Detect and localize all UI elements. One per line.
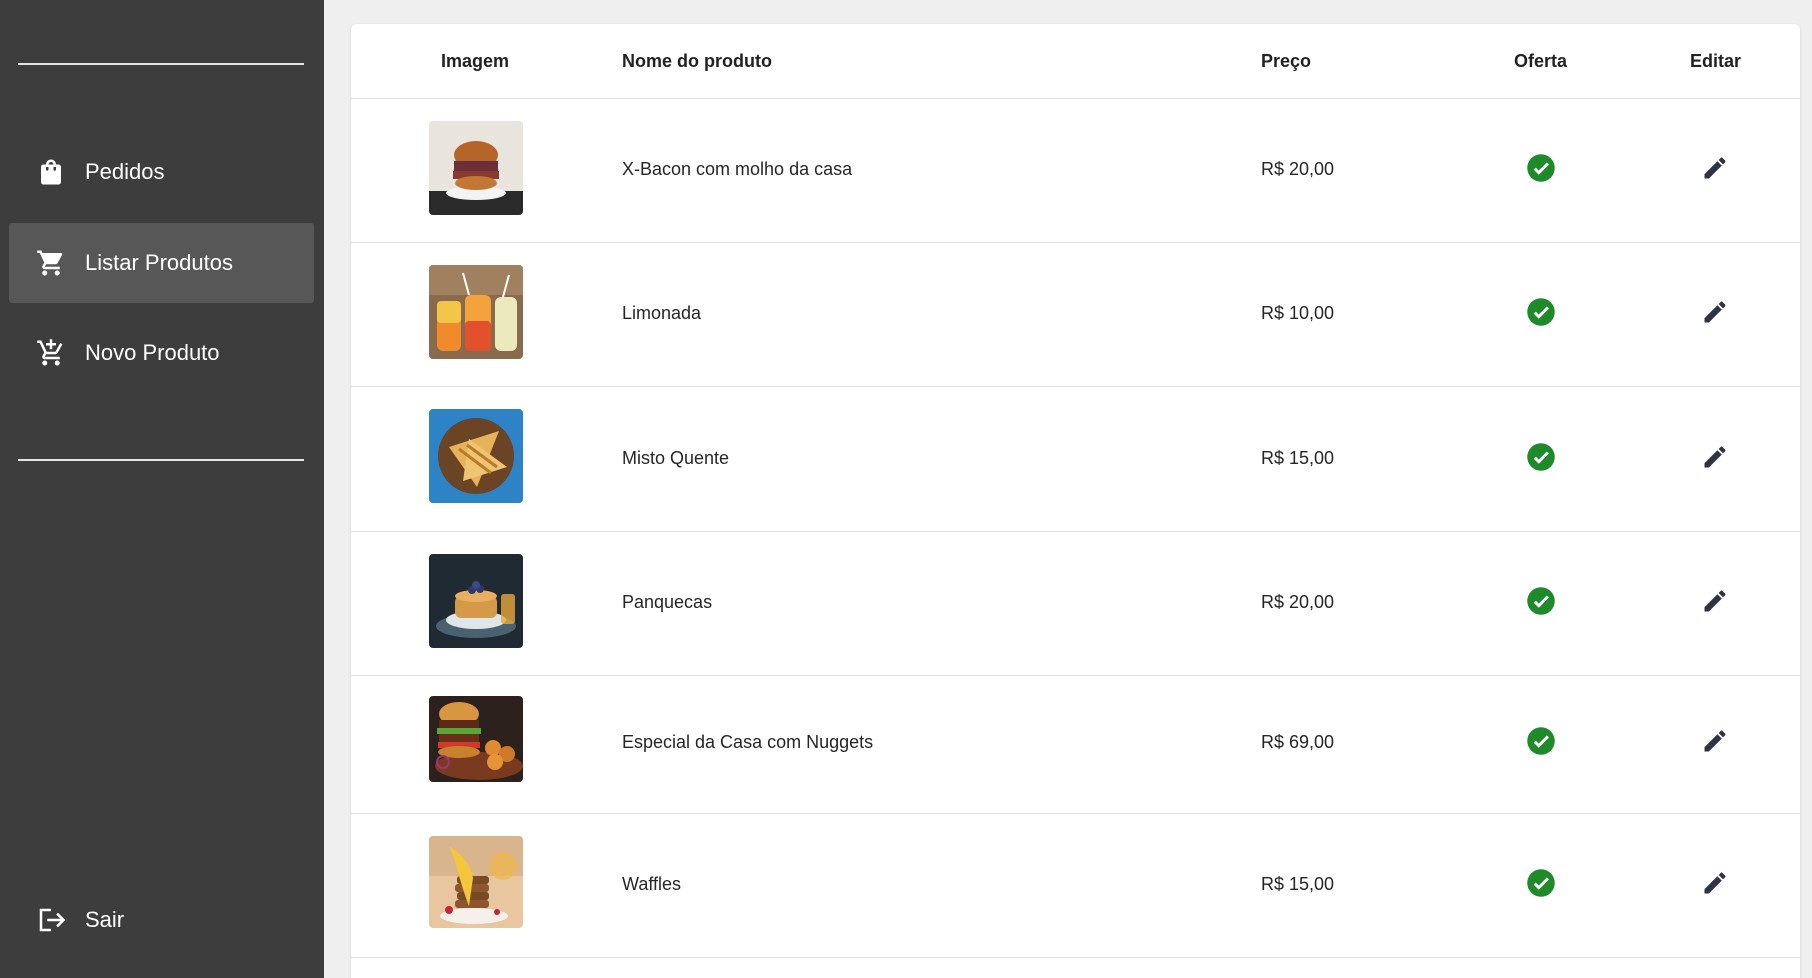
product-image: [429, 409, 523, 503]
table-header: Imagem Nome do produto Preço Oferta Edit…: [351, 24, 1800, 99]
edit-button[interactable]: [1698, 724, 1732, 758]
product-name: Especial da Casa com Nuggets: [622, 732, 874, 752]
edit-button[interactable]: [1698, 151, 1732, 185]
add-shopping-cart-icon: [36, 338, 66, 368]
sidebar-divider-bottom: [18, 459, 304, 461]
table-row: Misto Quente R$ 15,00: [351, 387, 1800, 532]
sidebar-item-pedidos[interactable]: Pedidos: [9, 132, 314, 212]
product-price: R$ 20,00: [1261, 592, 1335, 612]
edit-button[interactable]: [1698, 440, 1732, 474]
sidebar-item-label: Listar Produtos: [85, 250, 233, 275]
pencil-icon: [1704, 730, 1726, 752]
product-image: [429, 554, 523, 648]
product-image: [429, 836, 523, 928]
product-image: [429, 265, 523, 359]
pencil-icon: [1704, 590, 1726, 612]
header-image: Imagem: [441, 51, 510, 71]
offer-check-icon: [1527, 443, 1555, 471]
table-row: Waffles R$ 15,00: [351, 814, 1800, 958]
header-price: Preço: [1261, 51, 1312, 71]
sidebar-item-listar-produtos[interactable]: Listar Produtos: [9, 223, 314, 303]
sidebar-item-label: Pedidos: [85, 159, 165, 184]
sidebar: Pedidos Listar Produtos Novo Produto Sai…: [0, 0, 324, 978]
header-name: Nome do produto: [622, 51, 772, 71]
pencil-icon: [1704, 301, 1726, 323]
table-row: Panquecas R$ 20,00: [351, 532, 1800, 676]
edit-button[interactable]: [1698, 295, 1732, 329]
product-image: [429, 121, 523, 215]
product-name: Panquecas: [622, 592, 713, 612]
product-price: R$ 20,00: [1261, 159, 1335, 179]
header-edit: Editar: [1690, 51, 1742, 71]
shopping-bag-icon: [36, 157, 66, 187]
product-price: R$ 10,00: [1261, 303, 1335, 323]
table-row: X-Bacon com molho da casa R$ 20,00: [351, 99, 1800, 243]
offer-check-icon: [1527, 587, 1555, 615]
product-name: Limonada: [622, 303, 702, 323]
logout-icon: [36, 905, 66, 935]
pencil-icon: [1704, 157, 1726, 179]
offer-check-icon: [1527, 869, 1555, 897]
product-name: Waffles: [622, 874, 682, 894]
product-image: [429, 696, 523, 782]
logout-label: Sair: [85, 907, 125, 932]
offer-check-icon: [1527, 727, 1555, 755]
sidebar-item-label: Novo Produto: [85, 340, 220, 365]
table-row: Especial da Casa com Nuggets R$ 69,00: [351, 676, 1800, 814]
pencil-icon: [1704, 446, 1726, 468]
product-price: R$ 69,00: [1261, 732, 1335, 752]
product-price: R$ 15,00: [1261, 448, 1335, 468]
offer-check-icon: [1527, 298, 1555, 326]
table-row: Limonada R$ 10,00: [351, 243, 1800, 387]
offer-check-icon: [1527, 154, 1555, 182]
pencil-icon: [1704, 872, 1726, 894]
sidebar-item-novo-produto[interactable]: Novo Produto: [9, 313, 314, 393]
edit-button[interactable]: [1698, 866, 1732, 900]
header-offer: Oferta: [1514, 51, 1568, 71]
sidebar-divider-top: [18, 63, 304, 65]
product-price: R$ 15,00: [1261, 874, 1335, 894]
logout-button[interactable]: Sair: [9, 880, 314, 960]
products-table: Imagem Nome do produto Preço Oferta Edit…: [351, 24, 1800, 978]
product-name: Misto Quente: [622, 448, 730, 468]
product-name: X-Bacon com molho da casa: [622, 159, 853, 179]
edit-button[interactable]: [1698, 584, 1732, 618]
shopping-cart-icon: [36, 248, 66, 278]
